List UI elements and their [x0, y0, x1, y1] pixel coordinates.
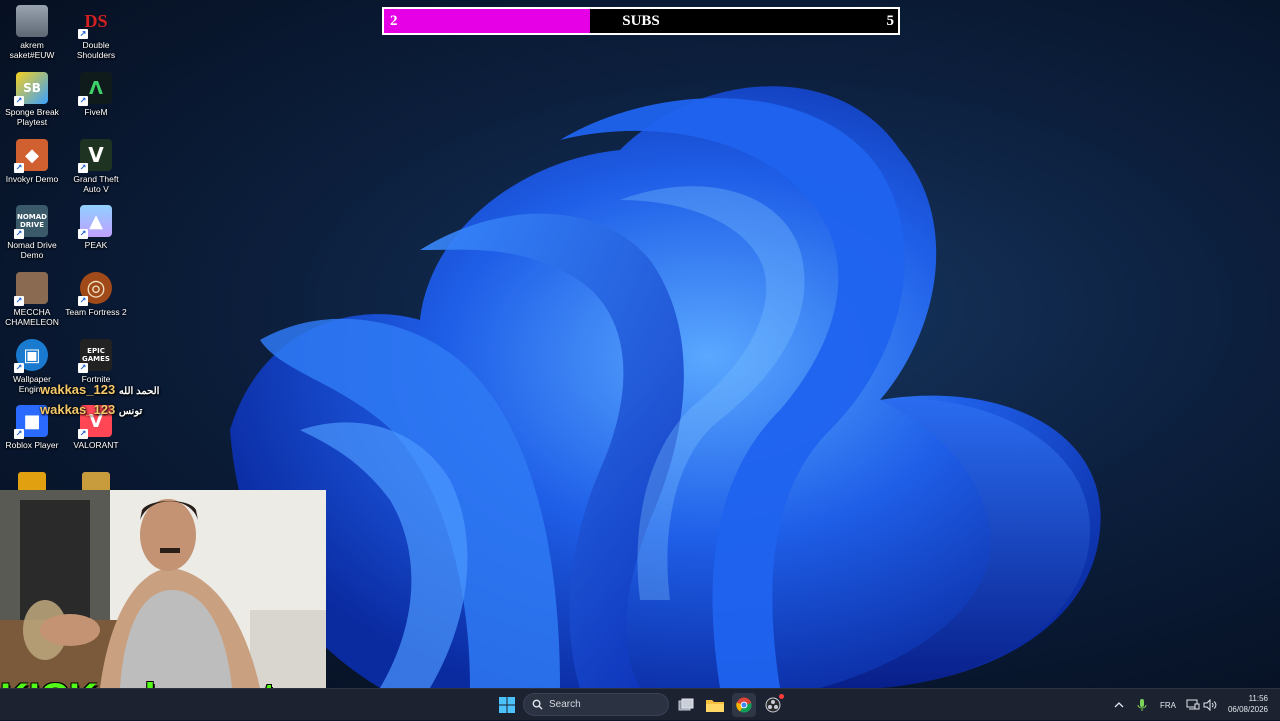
microphone-icon [1137, 699, 1147, 711]
microphone-button[interactable] [1137, 689, 1147, 721]
desktop-icon-label: MECCHA CHAMELEON [5, 307, 59, 327]
network-icon [1186, 699, 1200, 710]
desktop-icon-label: FiveM [84, 107, 108, 117]
shortcut-arrow-icon: ↗ [14, 96, 24, 106]
subs-label: SUBS [622, 13, 660, 29]
partial-desktop-icon [82, 472, 110, 492]
search-label: Search [549, 699, 581, 710]
chat-message: wakkas_123 تونس [40, 402, 142, 417]
network-button[interactable] [1186, 689, 1200, 721]
language-label: FRA [1160, 700, 1176, 710]
chat-username: wakkas_123 [40, 402, 116, 417]
nomad-drive-icon: NOMAD DRIVE ↗ [14, 205, 48, 239]
epic-games-icon: EPIC GAMES ↗ [78, 339, 112, 373]
show-hidden-icons-button[interactable] [1114, 689, 1124, 721]
obs-button[interactable] [761, 693, 785, 717]
recycle-bin-icon [16, 5, 48, 37]
desktop-icon-sponge-break-playtest[interactable]: SB ↗ Sponge Break Playtest [0, 72, 64, 127]
desktop-icon-nomad-drive-demo[interactable]: NOMAD DRIVE ↗ Nomad Drive Demo [0, 205, 64, 260]
desktop-icon-label: Grand Theft Auto V [73, 174, 119, 194]
shortcut-arrow-icon: ↗ [78, 29, 88, 39]
desktop-icon-label: VALORANT [73, 440, 119, 450]
taskbar: Search FRA 11:56 06/08/2026 [0, 688, 1280, 720]
desktop-icon-label: akrem saket#EUW [9, 40, 55, 60]
desktop-icon-fivem[interactable]: Λ ↗ FiveM [64, 72, 128, 117]
clock-time: 11:56 [1248, 694, 1268, 703]
chrome-button[interactable] [732, 693, 756, 717]
partial-desktop-icon [18, 472, 46, 492]
obs-icon [765, 697, 781, 713]
webcam-feed [0, 490, 326, 688]
shortcut-arrow-icon: ↗ [78, 229, 88, 239]
shortcut-arrow-icon: ↗ [14, 229, 24, 239]
desktop-icon-label: Double Shoulders [76, 40, 116, 60]
chrome-icon [736, 697, 752, 713]
taskbar-clock[interactable]: 11:56 06/08/2026 [1228, 693, 1268, 715]
meccha-chameleon-icon: ↗ [14, 272, 48, 306]
task-view-button[interactable] [674, 693, 698, 717]
chat-text: الحمد الله [118, 386, 160, 397]
webcam-image [0, 490, 326, 688]
sponge-break-icon: SB ↗ [14, 72, 48, 106]
shortcut-arrow-icon: ↗ [78, 429, 88, 439]
clock-date: 06/08/2026 [1227, 705, 1268, 714]
desktop-icon-meccha-chameleon[interactable]: ↗ MECCHA CHAMELEON [0, 272, 64, 327]
shortcut-arrow-icon: ↗ [78, 296, 88, 306]
speaker-icon [1203, 699, 1217, 711]
recording-indicator-icon [779, 694, 784, 699]
subs-goal-count: 5 [886, 13, 895, 29]
shortcut-arrow-icon: ↗ [14, 296, 24, 306]
task-view-icon [678, 698, 694, 711]
wallpaper-engine-icon: ▣ ↗ [14, 339, 48, 373]
ds-logo-icon: DS ↗ [78, 10, 108, 39]
desktop-icon-team-fortress-2[interactable]: ◎ ↗ Team Fortress 2 [64, 272, 128, 317]
shortcut-arrow-icon: ↗ [14, 163, 24, 173]
windows-logo-icon [499, 697, 515, 713]
peak-icon: ▲ ↗ [78, 205, 112, 239]
file-explorer-button[interactable] [703, 693, 727, 717]
folder-icon [706, 700, 724, 712]
chat-text: تونس [118, 406, 143, 417]
shortcut-arrow-icon: ↗ [14, 429, 24, 439]
desktop-icon-label: Invokyr Demo [5, 174, 59, 184]
tf2-icon: ◎ ↗ [78, 272, 112, 306]
desktop-icon-label: Roblox Player [5, 440, 59, 450]
chat-message: wakkas_123 الحمد الله [40, 382, 159, 397]
taskbar-search[interactable]: Search [523, 693, 669, 716]
start-button[interactable] [495, 693, 519, 717]
desktop-icon-label: Team Fortress 2 [65, 307, 127, 317]
chevron-up-icon [1114, 702, 1124, 708]
subs-goal-bar: 2 SUBS 5 [382, 7, 900, 35]
chat-username: wakkas_123 [40, 382, 116, 397]
desktop-icon-label: PEAK [84, 240, 108, 250]
shortcut-arrow-icon: ↗ [78, 363, 88, 373]
desktop-icon-label: Nomad Drive Demo [7, 240, 57, 260]
search-icon [532, 699, 543, 710]
desktop-icon-peak[interactable]: ▲ ↗ PEAK [64, 205, 128, 250]
fivem-icon: Λ ↗ [78, 72, 112, 106]
desktop-icon-grand-theft-auto-v[interactable]: V ↗ Grand Theft Auto V [64, 139, 128, 194]
invokyr-icon: ◆ ↗ [14, 139, 48, 173]
volume-button[interactable] [1203, 689, 1217, 721]
desktop-icon-invokyr-demo[interactable]: ◆ ↗ Invokyr Demo [0, 139, 64, 184]
desktop-icon-fortnite[interactable]: EPIC GAMES ↗ Fortnite [64, 339, 128, 384]
shortcut-arrow-icon: ↗ [14, 363, 24, 373]
desktop-icon-double-shoulders[interactable]: DS ↗ Double Shoulders [64, 5, 128, 61]
gta-v-icon: V ↗ [78, 139, 112, 173]
shortcut-arrow-icon: ↗ [78, 96, 88, 106]
desktop-icon-akrem-saket-euw[interactable]: akrem saket#EUW [0, 5, 64, 60]
language-indicator[interactable]: FRA [1160, 689, 1176, 721]
desktop-icon-label: Sponge Break Playtest [5, 107, 59, 127]
shortcut-arrow-icon: ↗ [78, 163, 88, 173]
